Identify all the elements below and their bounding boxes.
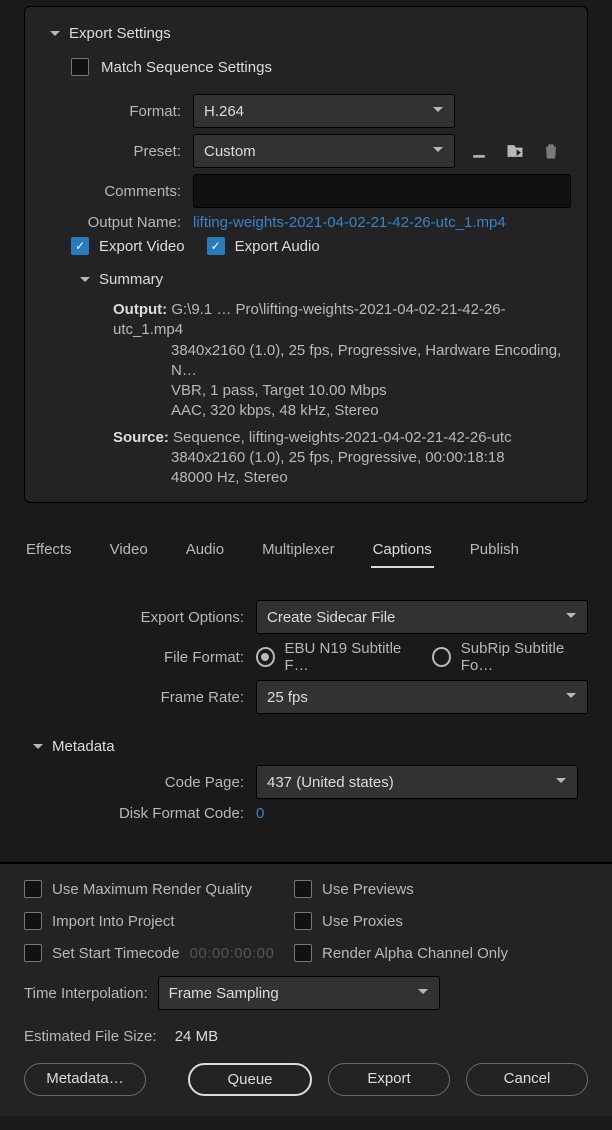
tab-multiplexer[interactable]: Multiplexer	[260, 531, 337, 568]
frame-rate-label: Frame Rate:	[24, 689, 244, 706]
chevron-down-icon	[49, 28, 61, 40]
preset-dropdown[interactable]: Custom	[193, 134, 455, 168]
summary-header[interactable]: Summary	[41, 261, 571, 298]
captions-panel: Export Options: Create Sidecar File File…	[0, 568, 612, 822]
render-alpha-label: Render Alpha Channel Only	[322, 945, 508, 962]
chevron-down-icon	[417, 985, 429, 1001]
use-previews-label: Use Previews	[322, 881, 414, 898]
summary-output-l2: 3840x2160 (1.0), 25 fps, Progressive, Ha…	[171, 341, 571, 382]
chevron-down-icon	[432, 103, 444, 119]
metadata-header[interactable]: Metadata	[24, 720, 588, 759]
file-format-label: File Format:	[24, 649, 244, 666]
chevron-down-icon	[555, 774, 567, 790]
set-start-tc-label: Set Start Timecode	[52, 945, 180, 962]
import-preset-icon[interactable]	[503, 139, 527, 163]
tab-video[interactable]: Video	[108, 531, 150, 568]
queue-button[interactable]: Queue	[188, 1063, 312, 1096]
code-page-label: Code Page:	[24, 774, 244, 791]
time-interp-dropdown[interactable]: Frame Sampling	[158, 976, 440, 1010]
code-page-value: 437 (United states)	[267, 774, 394, 791]
tab-publish[interactable]: Publish	[468, 531, 521, 568]
chevron-down-icon	[432, 143, 444, 159]
chevron-down-icon	[79, 274, 91, 286]
summary-source-l2: 3840x2160 (1.0), 25 fps, Progressive, 00…	[171, 448, 505, 468]
file-format-radio-subrip[interactable]	[432, 647, 451, 667]
format-label: Format:	[41, 103, 181, 120]
export-options-dropdown[interactable]: Create Sidecar File	[256, 600, 588, 634]
export-footer: Use Maximum Render Quality Use Previews …	[0, 862, 612, 1116]
summary-source: Source: Sequence, lifting-weights-2021-0…	[113, 428, 571, 489]
use-max-render-checkbox[interactable]	[24, 880, 42, 898]
use-max-render-label: Use Maximum Render Quality	[52, 881, 252, 898]
est-value: 24 MB	[175, 1028, 218, 1045]
summary-source-l1: Sequence, lifting-weights-2021-04-02-21-…	[173, 429, 512, 446]
format-dropdown[interactable]: H.264	[193, 94, 455, 128]
match-sequence-label: Match Sequence Settings	[101, 59, 272, 76]
export-settings-header[interactable]: Export Settings	[41, 21, 571, 52]
estimated-file-size: Estimated File Size: 24 MB	[24, 1028, 588, 1045]
summary-output-key: Output:	[113, 301, 167, 318]
preset-label: Preset:	[41, 143, 181, 160]
chevron-down-icon	[565, 689, 577, 705]
est-label: Estimated File Size:	[24, 1028, 157, 1045]
time-interp-label: Time Interpolation:	[24, 985, 148, 1002]
output-name-label: Output Name:	[41, 214, 181, 231]
use-proxies-checkbox[interactable]	[294, 912, 312, 930]
output-name-link[interactable]: lifting-weights-2021-04-02-21-42-26-utc_…	[193, 214, 506, 231]
metadata-title: Metadata	[52, 738, 115, 755]
import-into-project-checkbox[interactable]	[24, 912, 42, 930]
match-sequence-checkbox[interactable]	[71, 58, 89, 76]
tab-effects[interactable]: Effects	[24, 531, 74, 568]
summary-output-l4: AAC, 320 kbps, 48 kHz, Stereo	[171, 401, 379, 421]
preset-value: Custom	[204, 143, 256, 160]
export-settings-title: Export Settings	[69, 25, 171, 42]
file-format-opt2: SubRip Subtitle Fo…	[461, 640, 588, 674]
chevron-down-icon	[565, 609, 577, 625]
set-start-tc-checkbox[interactable]	[24, 944, 42, 962]
comments-input[interactable]	[193, 174, 571, 208]
disk-format-code-label: Disk Format Code:	[24, 805, 244, 822]
file-format-opt1: EBU N19 Subtitle F…	[285, 640, 417, 674]
format-value: H.264	[204, 103, 244, 120]
summary-source-l3: 48000 Hz, Stereo	[171, 468, 288, 488]
frame-rate-value: 25 fps	[267, 689, 308, 706]
summary-output: Output: G:\9.1 … Pro\lifting-weights-202…	[113, 300, 571, 422]
export-button[interactable]: Export	[328, 1063, 450, 1096]
metadata-button[interactable]: Metadata…	[24, 1063, 146, 1096]
summary-output-l1: G:\9.1 … Pro\lifting-weights-2021-04-02-…	[113, 301, 506, 338]
code-page-dropdown[interactable]: 437 (United states)	[256, 765, 578, 799]
frame-rate-dropdown[interactable]: 25 fps	[256, 680, 588, 714]
export-audio-checkbox[interactable]	[207, 237, 225, 255]
summary-output-l3: VBR, 1 pass, Target 10.00 Mbps	[171, 381, 387, 401]
set-start-tc-placeholder: 00:00:00:00	[190, 945, 275, 962]
import-into-project-label: Import Into Project	[52, 913, 175, 930]
delete-preset-icon[interactable]	[539, 139, 563, 163]
cancel-button[interactable]: Cancel	[466, 1063, 588, 1096]
export-video-checkbox[interactable]	[71, 237, 89, 255]
export-tabs: Effects Video Audio Multiplexer Captions…	[0, 531, 612, 568]
use-previews-checkbox[interactable]	[294, 880, 312, 898]
save-preset-icon[interactable]	[467, 139, 491, 163]
tab-audio[interactable]: Audio	[184, 531, 226, 568]
file-format-radio-ebu[interactable]	[256, 647, 275, 667]
export-options-value: Create Sidecar File	[267, 609, 395, 626]
tab-captions[interactable]: Captions	[371, 531, 434, 568]
export-video-label: Export Video	[99, 238, 185, 255]
chevron-down-icon	[32, 741, 44, 753]
summary-source-key: Source:	[113, 429, 169, 446]
export-audio-label: Export Audio	[235, 238, 320, 255]
use-proxies-label: Use Proxies	[322, 913, 403, 930]
time-interp-value: Frame Sampling	[169, 985, 279, 1002]
export-settings-panel: Export Settings Match Sequence Settings …	[24, 6, 588, 503]
comments-label: Comments:	[41, 183, 181, 200]
render-alpha-checkbox[interactable]	[294, 944, 312, 962]
disk-format-code-value[interactable]: 0	[256, 805, 264, 822]
export-options-label: Export Options:	[24, 609, 244, 626]
summary-title: Summary	[99, 271, 163, 288]
